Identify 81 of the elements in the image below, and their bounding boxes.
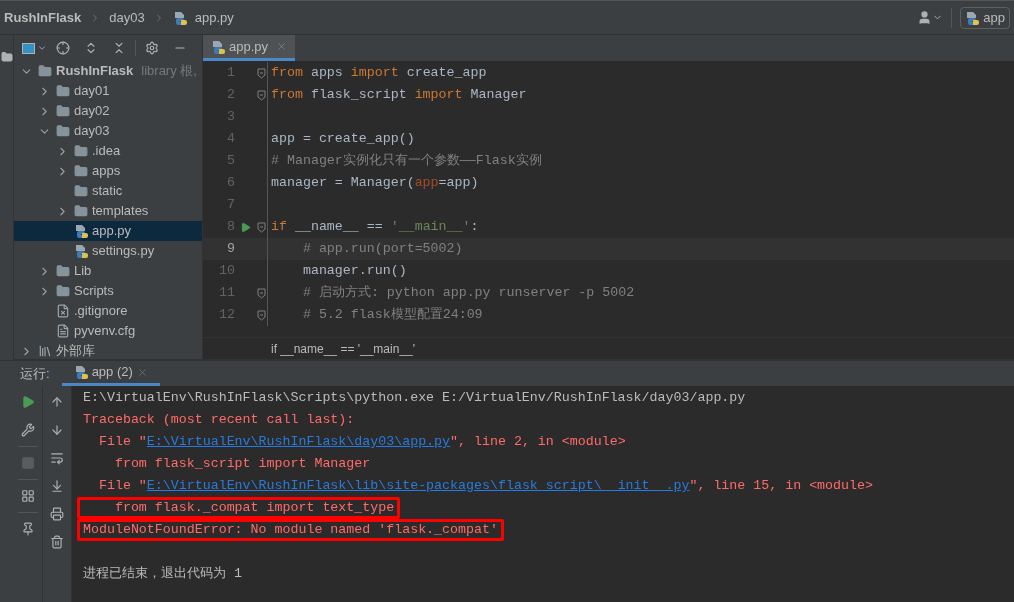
fold-marker-icon[interactable] xyxy=(256,221,266,233)
line-number: 5 xyxy=(226,152,235,170)
console-line: E:\VirtualEnv\RushInFlask\Scripts\python.exe E:/VirtualEnv/RushInFlask/day03/app.py xyxy=(82,389,747,407)
line-number: 3 xyxy=(226,108,235,126)
line-number: 6 xyxy=(226,174,235,192)
console-line: 进程已结束，退出代码为 1 xyxy=(82,565,243,583)
folder-icon xyxy=(38,64,52,78)
python-icon xyxy=(965,10,980,25)
folder-icon xyxy=(56,284,70,298)
tree-item[interactable]: .gitignore xyxy=(14,301,202,321)
tree-item[interactable]: templates xyxy=(14,201,202,221)
project-tool-icon[interactable] xyxy=(0,51,13,63)
tree-item[interactable]: day01 xyxy=(14,81,202,101)
tree-item[interactable]: RushInFlask library 根, xyxy=(14,61,202,81)
account-button[interactable] xyxy=(917,10,944,25)
tree-item[interactable]: app.py xyxy=(14,221,202,241)
line-number: 4 xyxy=(226,130,235,148)
folder-icon xyxy=(56,104,70,118)
folder-icon xyxy=(74,184,88,198)
run-config-selector[interactable]: app xyxy=(960,6,1010,29)
line-number: 12 xyxy=(218,306,235,324)
line-number: 10 xyxy=(218,262,235,280)
python-icon xyxy=(73,365,88,379)
tree-item[interactable]: day02 xyxy=(14,101,202,121)
text-file-icon xyxy=(56,324,70,338)
code-line: from apps import create_app xyxy=(271,64,487,82)
folder-icon xyxy=(74,144,88,158)
code-line: manager = Manager(app=app) xyxy=(271,174,479,192)
tree-item[interactable]: Lib xyxy=(14,261,202,281)
folder-icon xyxy=(74,204,88,218)
fold-marker-icon[interactable] xyxy=(256,287,266,299)
code-line: manager.run() xyxy=(301,262,407,280)
code-breadcrumb[interactable]: if __name__ == '__main__' xyxy=(271,339,416,358)
editor-tab[interactable]: app.py xyxy=(203,35,296,61)
code-line: from flask_script import Manager xyxy=(271,86,527,104)
tree-item[interactable]: apps xyxy=(14,161,202,181)
tree-item[interactable]: day03 xyxy=(14,121,202,141)
code-line: app = create_app() xyxy=(271,130,415,148)
folder-icon xyxy=(56,264,70,278)
caret-icon xyxy=(37,43,47,53)
folder-icon xyxy=(56,84,70,98)
line-number: 2 xyxy=(226,86,235,104)
code-line: # 5.2 flask模型配置24:09 xyxy=(301,306,483,324)
console-line: from flask_script import Manager xyxy=(113,455,372,473)
folder-icon xyxy=(56,124,70,138)
run-panel-label: 运行: xyxy=(20,364,50,383)
tree-item[interactable]: Scripts xyxy=(14,281,202,301)
fold-marker-icon[interactable] xyxy=(256,89,266,101)
line-number: 9 xyxy=(226,240,235,258)
breadcrumb-item[interactable]: day03 xyxy=(109,7,145,28)
python-file-icon xyxy=(172,10,187,25)
ignored-file-icon xyxy=(56,304,70,318)
tree-item[interactable]: pyvenv.cfg xyxy=(14,321,202,341)
run-icon[interactable] xyxy=(239,221,251,233)
code-line: if __name__ == '__main__': xyxy=(271,218,479,236)
tree-item[interactable]: static xyxy=(14,181,202,201)
package-folder-icon xyxy=(74,164,88,178)
console-line: Traceback (most recent call last): xyxy=(82,411,356,429)
library-icon xyxy=(38,344,52,358)
view-selector[interactable] xyxy=(22,42,47,54)
python-file-icon xyxy=(211,39,225,54)
fold-marker-icon[interactable] xyxy=(256,67,266,79)
tree-item[interactable]: .idea xyxy=(14,141,202,161)
line-number: 1 xyxy=(226,64,235,82)
console-line: File "E:\VirtualEnv\RushInFlask\day03\app.py", line 2, in <module> xyxy=(97,433,627,451)
console-line: File "E:\VirtualEnv\RushInFlask\lib\site-packages\flask_script\__init__.py", line 15, in <module> xyxy=(97,477,874,495)
code-line: # app.run(port=5002) xyxy=(301,240,463,258)
code-line: # 启动方式: python app.py runserver -p 5002 xyxy=(301,284,635,302)
line-number: 7 xyxy=(226,196,235,214)
python-file-icon xyxy=(74,224,88,238)
run-tab[interactable]: app (2) xyxy=(61,361,160,386)
python-file-icon xyxy=(74,244,88,258)
breadcrumb-item[interactable]: RushInFlask xyxy=(4,7,82,28)
fold-marker-icon[interactable] xyxy=(256,309,266,321)
breadcrumb-item[interactable]: app.py xyxy=(194,7,234,28)
line-number: 8 xyxy=(226,218,235,236)
line-number: 11 xyxy=(218,284,235,302)
close-icon[interactable] xyxy=(276,41,288,52)
tree-item[interactable]: 外部库 xyxy=(14,341,202,359)
close-icon[interactable] xyxy=(136,366,148,378)
tree-item[interactable]: settings.py xyxy=(14,241,202,261)
